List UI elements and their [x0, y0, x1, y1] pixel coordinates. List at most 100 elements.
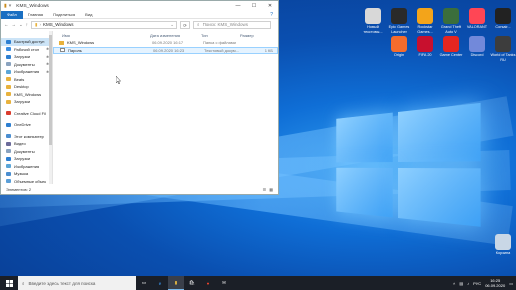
- sidebar-item[interactable]: Документы ✱: [1, 61, 52, 69]
- chevron-right-icon: ›: [40, 22, 42, 27]
- yandex-browser-icon[interactable]: ●: [200, 276, 216, 290]
- tab-file[interactable]: Файл: [1, 11, 23, 19]
- file-date: 06.09.2020 16:23: [153, 48, 204, 53]
- title-bar[interactable]: ▮ ▾ KMS_Windows — ☐ ✕: [1, 1, 278, 11]
- recent-locations-icon[interactable]: ⌄: [19, 22, 23, 28]
- pictures-icon: [6, 70, 11, 74]
- sidebar-item[interactable]: Изображения: [1, 163, 52, 171]
- column-name[interactable]: Имя: [62, 33, 150, 38]
- taskbar-search-input[interactable]: ⌕ Введите здесь текст для поиска: [18, 276, 136, 290]
- sidebar-item-label: Этот компьютер: [14, 134, 44, 139]
- sidebar-item[interactable]: Объемные объек: [1, 178, 52, 185]
- desktop-shortcut[interactable]: Game Center: [438, 36, 464, 58]
- desktop-shortcut[interactable]: Discord: [464, 36, 490, 58]
- nav-scrollbar[interactable]: [49, 31, 52, 184]
- refresh-button[interactable]: ⟳: [180, 21, 190, 29]
- file-list: Имя Дата изменения Тип Размер KMS_Window…: [53, 31, 278, 184]
- sidebar-item[interactable]: Рабочий стол ✱: [1, 46, 52, 54]
- sidebar-item[interactable]: Изображения ✱: [1, 68, 52, 76]
- network-icon[interactable]: ▤: [459, 281, 463, 286]
- chevron-down-icon[interactable]: ⌄: [170, 22, 174, 28]
- item-count: Элементов: 2: [6, 187, 31, 192]
- show-hidden-icons-icon[interactable]: ˄: [453, 281, 455, 286]
- file-row[interactable]: Пароль 06.09.2020 16:23 Текстовый докум...…: [53, 47, 278, 55]
- help-icon[interactable]: ?: [265, 12, 278, 18]
- search-icon: ⌕: [22, 281, 25, 286]
- up-icon[interactable]: ↑: [26, 22, 28, 27]
- sidebar-item[interactable]: Видео: [1, 140, 52, 148]
- close-button[interactable]: ✕: [262, 3, 278, 9]
- quick-access-toolbar-icon[interactable]: ▾: [9, 3, 12, 9]
- minimize-button[interactable]: —: [230, 3, 246, 9]
- desktop-shortcut[interactable]: Корзина: [490, 234, 516, 256]
- clock[interactable]: 16:25 06.09.2020: [485, 278, 505, 288]
- file-date: 06.09.2020 16:17: [152, 40, 203, 45]
- desktop-shortcut[interactable]: Epic Games Launcher: [386, 8, 412, 34]
- sidebar-item[interactable]: KMS_Windows: [1, 91, 52, 99]
- desktop-icon: [6, 47, 11, 51]
- search-input[interactable]: ⌕ Поиск: KMS_Windows: [193, 21, 271, 29]
- notifications-icon[interactable]: ▭: [509, 281, 513, 286]
- large-icons-view-icon[interactable]: ▦: [269, 187, 273, 192]
- details-view-icon[interactable]: ☰: [263, 187, 267, 192]
- file-type: Текстовый докум...: [204, 48, 243, 53]
- start-button[interactable]: [0, 276, 18, 290]
- sidebar-item[interactable]: Этот компьютер: [1, 133, 52, 141]
- store-icon[interactable]: 🛍: [184, 276, 200, 290]
- task-view-icon[interactable]: ▭: [136, 276, 152, 290]
- sidebar-item[interactable]: Загрузки: [1, 155, 52, 163]
- music-icon: [6, 172, 11, 176]
- forward-icon[interactable]: →: [12, 22, 17, 27]
- sidebar-item[interactable]: Быстрый доступ: [1, 38, 52, 46]
- app-icon: [391, 36, 407, 52]
- clock-date: 06.09.2020: [485, 283, 505, 288]
- sidebar-item[interactable]: Creative Cloud Fil: [1, 110, 52, 118]
- desktop-shortcut[interactable]: VALORANT: [464, 8, 490, 30]
- desktop-shortcut[interactable]: Origin: [386, 36, 412, 58]
- edge-icon[interactable]: e: [152, 276, 168, 290]
- tab-share[interactable]: Поделиться: [48, 12, 80, 17]
- file-explorer-icon[interactable]: ▮: [168, 276, 184, 290]
- app-icon: [365, 8, 381, 24]
- desktop-shortcut-label: Grand Theft Auto V: [438, 25, 464, 34]
- sidebar-item-label: Документы: [14, 62, 35, 67]
- mail-icon[interactable]: ✉: [216, 276, 232, 290]
- documents-icon: [6, 62, 11, 66]
- column-size[interactable]: Размер: [240, 33, 270, 38]
- desktop-shortcut-label: Rockstar Games...: [412, 25, 438, 34]
- sidebar-item[interactable]: Загрузки ✱: [1, 53, 52, 61]
- sidebar-item[interactable]: Загрузки: [1, 98, 52, 106]
- column-date[interactable]: Дата изменения: [150, 33, 201, 38]
- video-icon: [6, 142, 11, 146]
- folder-icon: ▮: [35, 22, 37, 28]
- back-icon[interactable]: ←: [4, 22, 9, 27]
- volume-icon[interactable]: ♪: [467, 281, 469, 286]
- sidebar-item[interactable]: Beats: [1, 76, 52, 84]
- maximize-button[interactable]: ☐: [246, 3, 262, 9]
- desktop-shortcut[interactable]: Rockstar Games...: [412, 8, 438, 34]
- sidebar-item-label: Документы: [14, 149, 35, 154]
- file-row[interactable]: KMS_Windows 06.09.2020 16:17 Папка с файла…: [53, 39, 278, 47]
- desktop-shortcut-label: Epic Games Launcher: [386, 25, 412, 34]
- app-icon: [391, 8, 407, 24]
- tab-home[interactable]: Главная: [23, 12, 48, 17]
- address-field[interactable]: ▮ › KMS_Windows ⌄: [31, 21, 177, 29]
- documents-icon: [6, 149, 11, 153]
- sidebar-item-label: Загрузки: [14, 99, 30, 104]
- window-title: KMS_Windows: [16, 4, 49, 9]
- desktop-shortcut[interactable]: Corsair...: [490, 8, 516, 30]
- column-type[interactable]: Тип: [201, 33, 240, 38]
- sidebar-item[interactable]: Desktop: [1, 83, 52, 91]
- app-icon: [443, 36, 459, 52]
- sidebar-item[interactable]: Документы: [1, 148, 52, 156]
- desktop-shortcut-label: FIFA 20: [412, 53, 438, 58]
- desktop-shortcut[interactable]: World of Tanks RU: [490, 36, 516, 62]
- tab-view[interactable]: Вид: [80, 12, 97, 17]
- language-indicator[interactable]: РУС: [473, 281, 481, 286]
- desktop-shortcut[interactable]: FIFA 20: [412, 36, 438, 58]
- sidebar-item[interactable]: OneDrive: [1, 121, 52, 129]
- desktop-shortcut[interactable]: Grand Theft Auto V: [438, 8, 464, 34]
- sidebar-item[interactable]: Музыка: [1, 170, 52, 178]
- desktop-shortcut[interactable]: Новый текстовы...: [360, 8, 386, 34]
- text-file-icon: [60, 48, 65, 52]
